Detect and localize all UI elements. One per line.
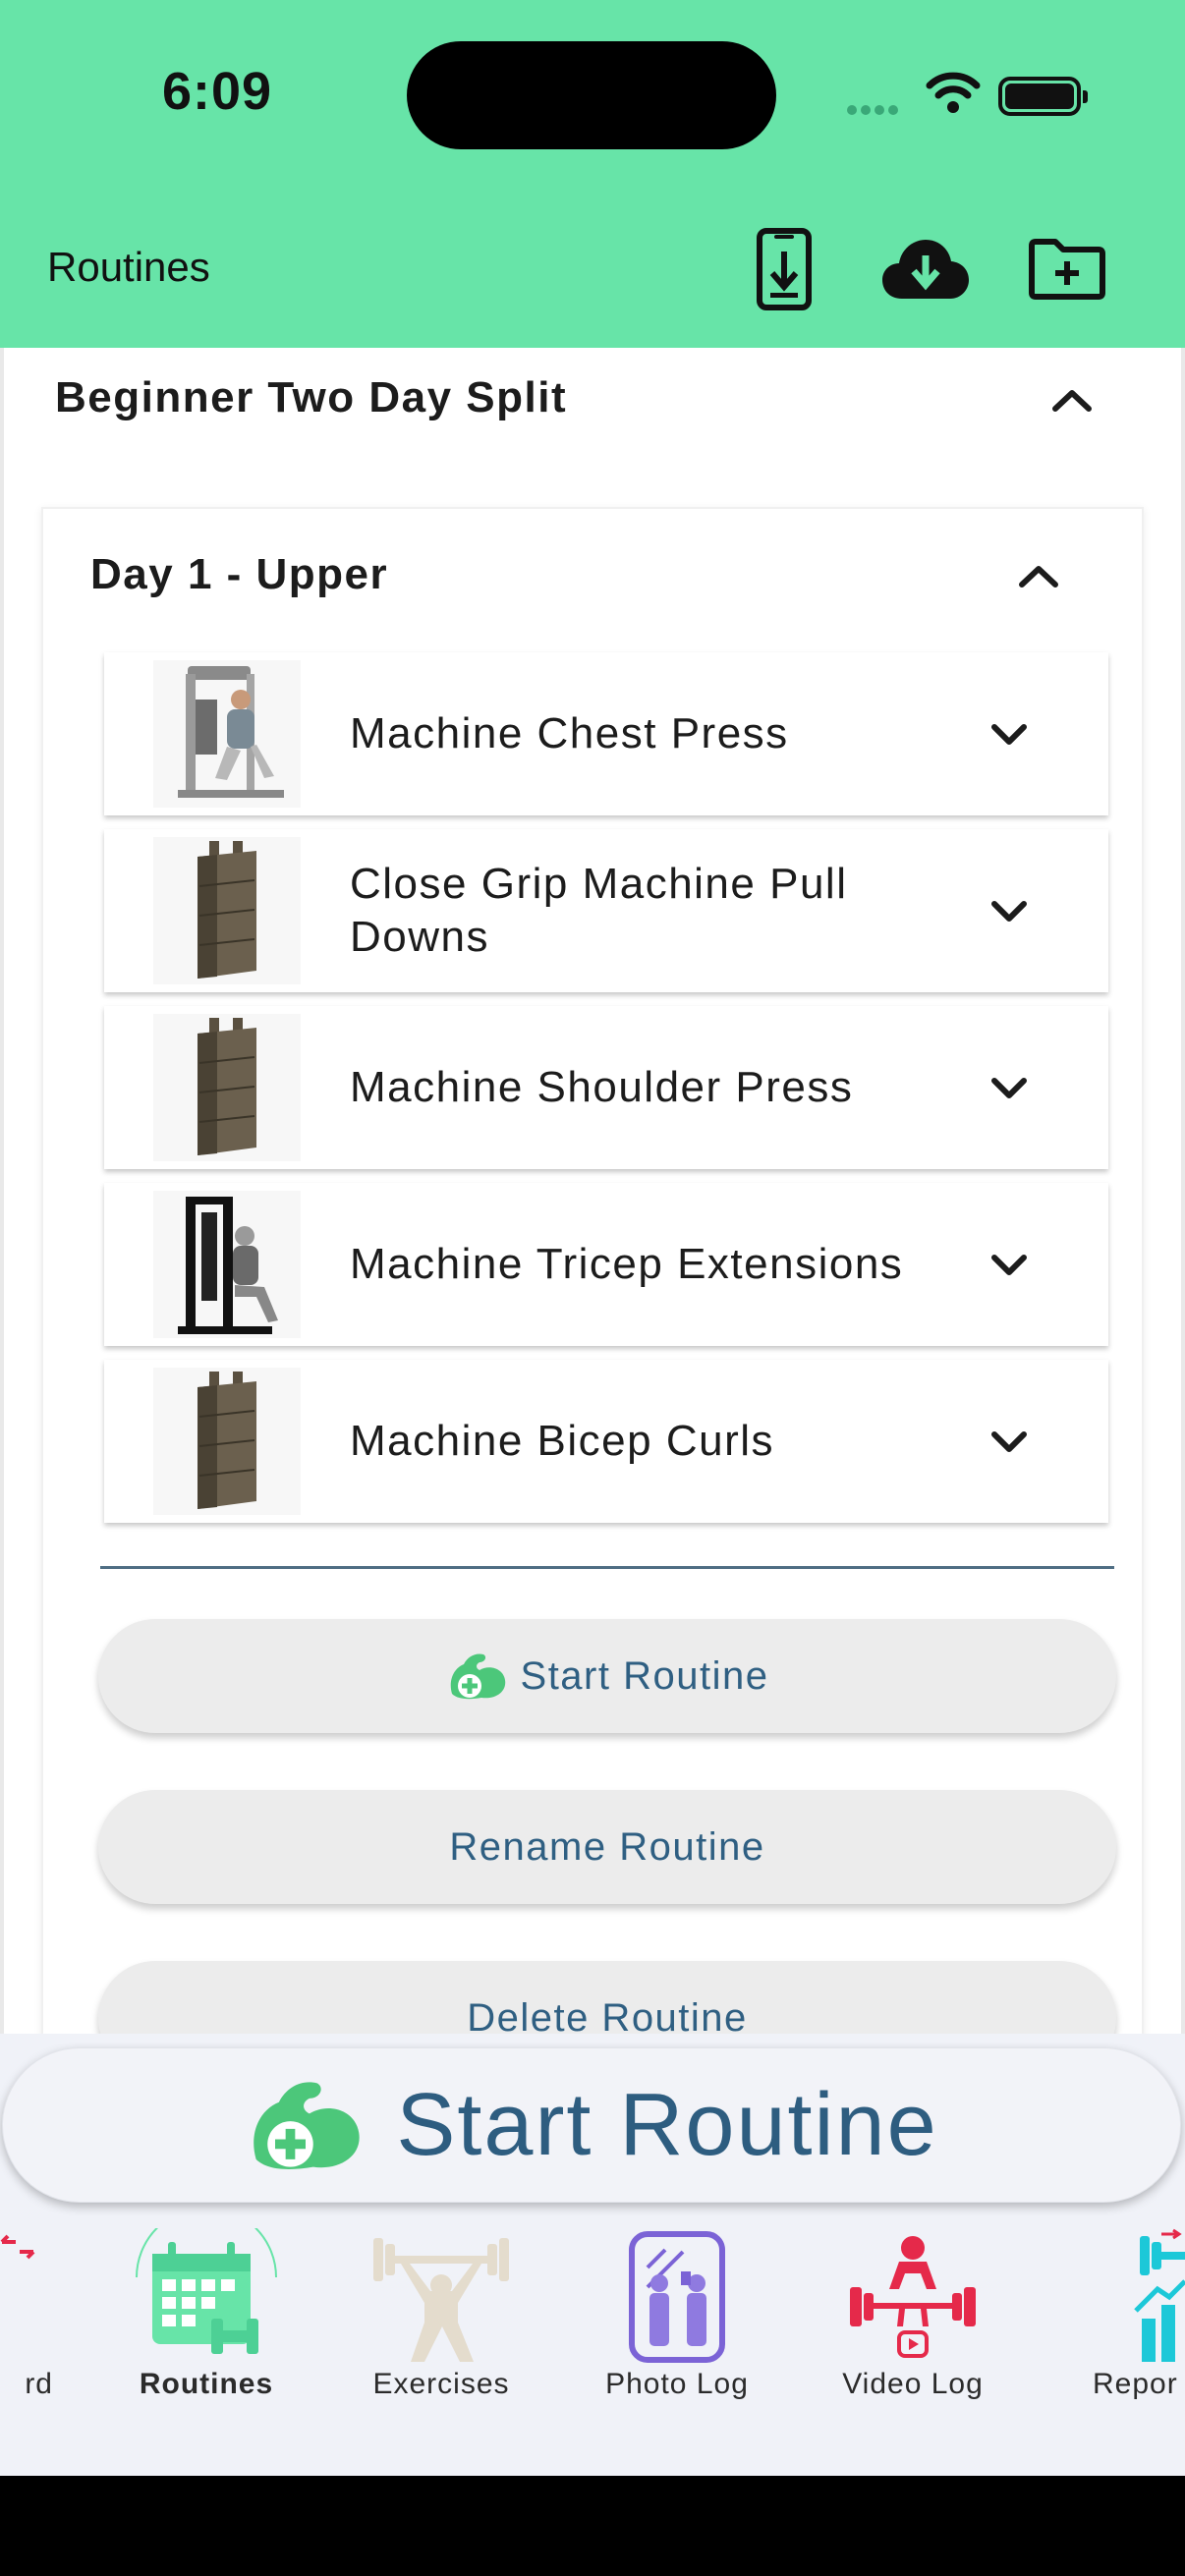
exercise-item[interactable]: Machine Chest Press: [104, 652, 1108, 815]
tricep-machine-icon: [178, 1197, 278, 1334]
chevron-down-icon[interactable]: [987, 1065, 1032, 1110]
exercise-thumbnail: [153, 1368, 301, 1515]
weightlifter-icon: [373, 2238, 509, 2362]
signal-dots-icon: [847, 102, 902, 120]
nav-item-video-log[interactable]: Video Log: [805, 2214, 1021, 2411]
exercise-thumbnail: [153, 660, 301, 808]
exercise-thumbnail: [153, 1191, 301, 1338]
exercise-name: Close Grip Machine Pull Downs: [350, 860, 848, 961]
chevron-up-icon[interactable]: [1016, 561, 1061, 590]
chevron-up-icon[interactable]: [1049, 385, 1095, 415]
floating-start-routine-label: Start Routine: [396, 2075, 938, 2174]
app-header: 6:09 Routines: [0, 0, 1185, 348]
nav-item-exercises[interactable]: Exercises: [333, 2214, 549, 2411]
exercise-item[interactable]: Machine Shoulder Press: [104, 1006, 1108, 1169]
start-routine-label: Start Routine: [520, 1653, 769, 1698]
wifi-icon: [926, 72, 981, 113]
start-routine-button[interactable]: Start Routine: [98, 1619, 1116, 1733]
exercise-name: Machine Chest Press: [350, 709, 789, 757]
dashboard-icon: [0, 2234, 35, 2260]
cloud-download-icon: [882, 240, 969, 299]
chevron-down-icon[interactable]: [987, 1242, 1032, 1287]
page-title: Routines: [47, 244, 210, 290]
deadlift-video-icon: [850, 2236, 976, 2358]
rename-routine-label: Rename Routine: [449, 1824, 765, 1869]
nav-item-photo-log[interactable]: Photo Log: [569, 2214, 785, 2411]
floating-start-routine-button[interactable]: Start Routine: [2, 2047, 1181, 2203]
flexed-arm-plus-icon: [254, 2082, 361, 2169]
nav-label: Video Log: [842, 2368, 984, 2400]
nav-item-routines[interactable]: Routines: [98, 2214, 314, 2411]
day-title[interactable]: Day 1 - Upper: [90, 550, 388, 599]
exercise-item[interactable]: Machine Bicep Curls: [104, 1360, 1108, 1523]
rename-routine-button[interactable]: Rename Routine: [98, 1790, 1116, 1904]
new-folder-button[interactable]: [1018, 220, 1116, 318]
exercise-name: Machine Tricep Extensions: [350, 1240, 904, 1288]
home-indicator-area: [0, 2476, 1185, 2576]
exercise-thumbnail: [153, 1014, 301, 1161]
battery-icon: [998, 77, 1088, 116]
chevron-down-icon[interactable]: [987, 711, 1032, 756]
nav-label: Repor: [1093, 2368, 1178, 2400]
exercise-item[interactable]: Close Grip Machine Pull Downs: [104, 829, 1108, 992]
calendar-dumbbell-icon: [136, 2228, 277, 2354]
phone-download-icon: [757, 228, 812, 310]
nav-label: Routines: [139, 2368, 274, 2400]
nav-label: rd: [25, 2368, 53, 2400]
chest-press-machine-icon: [178, 666, 284, 798]
flexed-arm-plus-icon: [450, 1653, 505, 1700]
weight-stack-icon: [198, 1018, 256, 1155]
import-to-device-button[interactable]: [735, 220, 833, 318]
weight-stack-icon: [198, 841, 256, 979]
exercise-name: Machine Shoulder Press: [350, 1063, 854, 1111]
mirror-photo-icon: [629, 2231, 725, 2363]
divider: [100, 1566, 1114, 1569]
nav-item-reports[interactable]: Repor: [1047, 2214, 1185, 2411]
nav-label: Photo Log: [605, 2368, 749, 2400]
exercise-name: Machine Bicep Curls: [350, 1417, 774, 1465]
cloud-download-button[interactable]: [876, 220, 975, 318]
nav-label: Exercises: [372, 2368, 510, 2400]
chevron-down-icon[interactable]: [987, 1419, 1032, 1464]
exercise-thumbnail: [153, 837, 301, 984]
app-screen: 6:09 Routines Beginner Two Day Split Day…: [0, 0, 1185, 2476]
status-time: 6:09: [162, 62, 273, 121]
chevron-down-icon[interactable]: [987, 888, 1032, 933]
exercise-item[interactable]: Machine Tricep Extensions: [104, 1183, 1108, 1346]
folder-add-icon: [1029, 239, 1105, 300]
routine-title[interactable]: Beginner Two Day Split: [55, 373, 567, 422]
report-chart-icon: [1134, 2228, 1185, 2362]
dynamic-island: [407, 41, 776, 149]
weight-stack-icon: [198, 1372, 256, 1509]
